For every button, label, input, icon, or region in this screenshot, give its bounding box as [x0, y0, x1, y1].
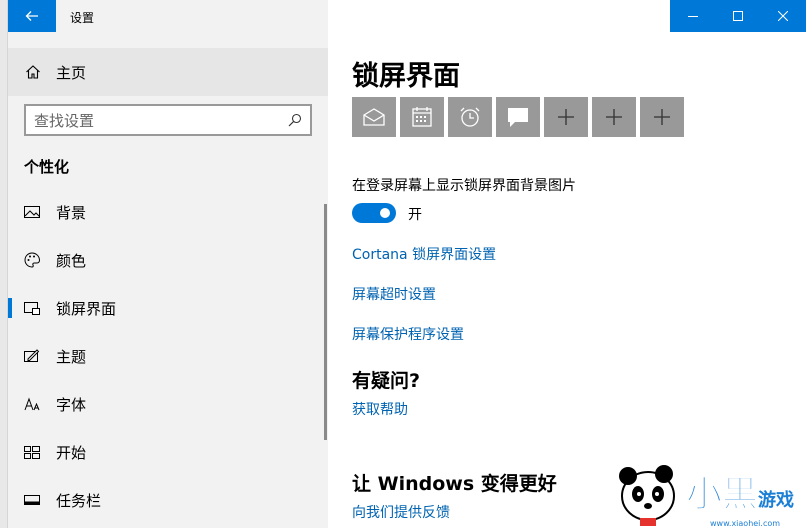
app-tile-alarm[interactable] — [448, 97, 492, 137]
help-heading: 有疑问? — [352, 370, 421, 392]
plus-icon — [654, 109, 670, 125]
app-tile-add-2[interactable] — [592, 97, 636, 137]
search-icon[interactable] — [288, 113, 302, 127]
title-bar: 设置 — [8, 0, 806, 32]
plus-icon — [558, 109, 574, 125]
toggle-state-label: 开 — [408, 207, 422, 223]
sidebar: 主页 个性化 背景 颜色 锁屏界面 主题 字体 — [8, 32, 328, 528]
sidebar-item-label: 锁屏界面 — [56, 300, 117, 318]
get-help-link[interactable]: 获取帮助 — [352, 399, 408, 419]
quick-status-apps — [352, 97, 684, 137]
message-icon — [508, 108, 528, 127]
section-title: 个性化 — [24, 158, 70, 176]
toggle-knob — [380, 208, 390, 218]
alarm-icon — [460, 107, 480, 127]
screensaver-link[interactable]: 屏幕保护程序设置 — [352, 324, 464, 344]
calendar-icon — [412, 107, 432, 127]
cortana-lock-screen-link[interactable]: Cortana 锁屏界面设置 — [352, 244, 496, 264]
sidebar-item-colors[interactable]: 颜色 — [8, 236, 328, 284]
maximize-button[interactable] — [715, 0, 760, 32]
sidebar-item-themes[interactable]: 主题 — [8, 332, 328, 380]
selection-indicator — [8, 298, 12, 318]
minimize-icon — [687, 16, 698, 17]
plus-icon — [606, 109, 622, 125]
sidebar-scrollbar[interactable] — [324, 204, 327, 440]
minimize-button[interactable] — [670, 0, 715, 32]
sidebar-item-label: 任务栏 — [56, 492, 102, 510]
app-tile-mail[interactable] — [352, 97, 396, 137]
watermark-logo: 小黑 游戏 www.xiaohei.com — [619, 465, 794, 528]
sidebar-item-taskbar[interactable]: 任务栏 — [8, 476, 328, 524]
search-input[interactable] — [34, 110, 274, 132]
palette-icon — [24, 252, 40, 268]
sidebar-item-label: 主页 — [56, 64, 87, 82]
font-icon — [24, 397, 40, 411]
back-arrow-icon — [25, 11, 38, 21]
screen-timeout-link[interactable]: 屏幕超时设置 — [352, 284, 436, 304]
app-tile-add-1[interactable] — [544, 97, 588, 137]
settings-window: 设置 主页 个性化 背景 颜色 — [0, 0, 806, 528]
sidebar-item-label: 开始 — [56, 444, 87, 462]
app-tile-message[interactable] — [496, 97, 540, 137]
svg-text:www.xiaohei.com: www.xiaohei.com — [710, 519, 780, 528]
sidebar-item-fonts[interactable]: 字体 — [8, 380, 328, 428]
app-tile-add-3[interactable] — [640, 97, 684, 137]
show-background-label: 在登录屏幕上显示锁屏界面背景图片 — [352, 178, 576, 194]
sidebar-item-lock-screen[interactable]: 锁屏界面 — [8, 284, 328, 332]
feedback-link[interactable]: 向我们提供反馈 — [352, 502, 450, 522]
mail-icon — [363, 108, 385, 126]
search-box[interactable] — [24, 104, 312, 136]
close-icon — [778, 11, 789, 21]
sidebar-item-label: 字体 — [56, 396, 87, 414]
sidebar-item-start[interactable]: 开始 — [8, 428, 328, 476]
svg-text:游戏: 游戏 — [758, 489, 794, 511]
sidebar-item-home[interactable]: 主页 — [8, 48, 328, 96]
back-button[interactable] — [8, 0, 56, 32]
home-icon — [26, 65, 40, 79]
picture-icon — [24, 206, 40, 218]
window-controls — [670, 0, 806, 32]
sidebar-item-label: 颜色 — [56, 252, 87, 270]
start-icon — [24, 446, 40, 459]
theme-icon — [24, 349, 40, 362]
background-window-edge — [0, 0, 8, 528]
sidebar-item-background[interactable]: 背景 — [8, 188, 328, 236]
main-content: 锁屏界面 在登录屏幕上显示锁屏界面背景图片 开 Cortana 锁屏界面设置 屏… — [328, 32, 806, 528]
feedback-heading: 让 Windows 变得更好 — [352, 473, 557, 495]
window-title: 设置 — [70, 11, 95, 25]
maximize-icon — [732, 11, 743, 21]
lock-screen-icon — [24, 302, 40, 315]
show-background-toggle[interactable] — [352, 203, 396, 223]
watermark-logo-text: 小黑 — [686, 474, 758, 515]
sidebar-item-label: 背景 — [56, 204, 87, 222]
sidebar-item-label: 主题 — [56, 348, 87, 366]
page-title: 锁屏界面 — [352, 61, 460, 92]
app-tile-calendar[interactable] — [400, 97, 444, 137]
close-button[interactable] — [761, 0, 806, 32]
taskbar-icon — [24, 495, 40, 505]
